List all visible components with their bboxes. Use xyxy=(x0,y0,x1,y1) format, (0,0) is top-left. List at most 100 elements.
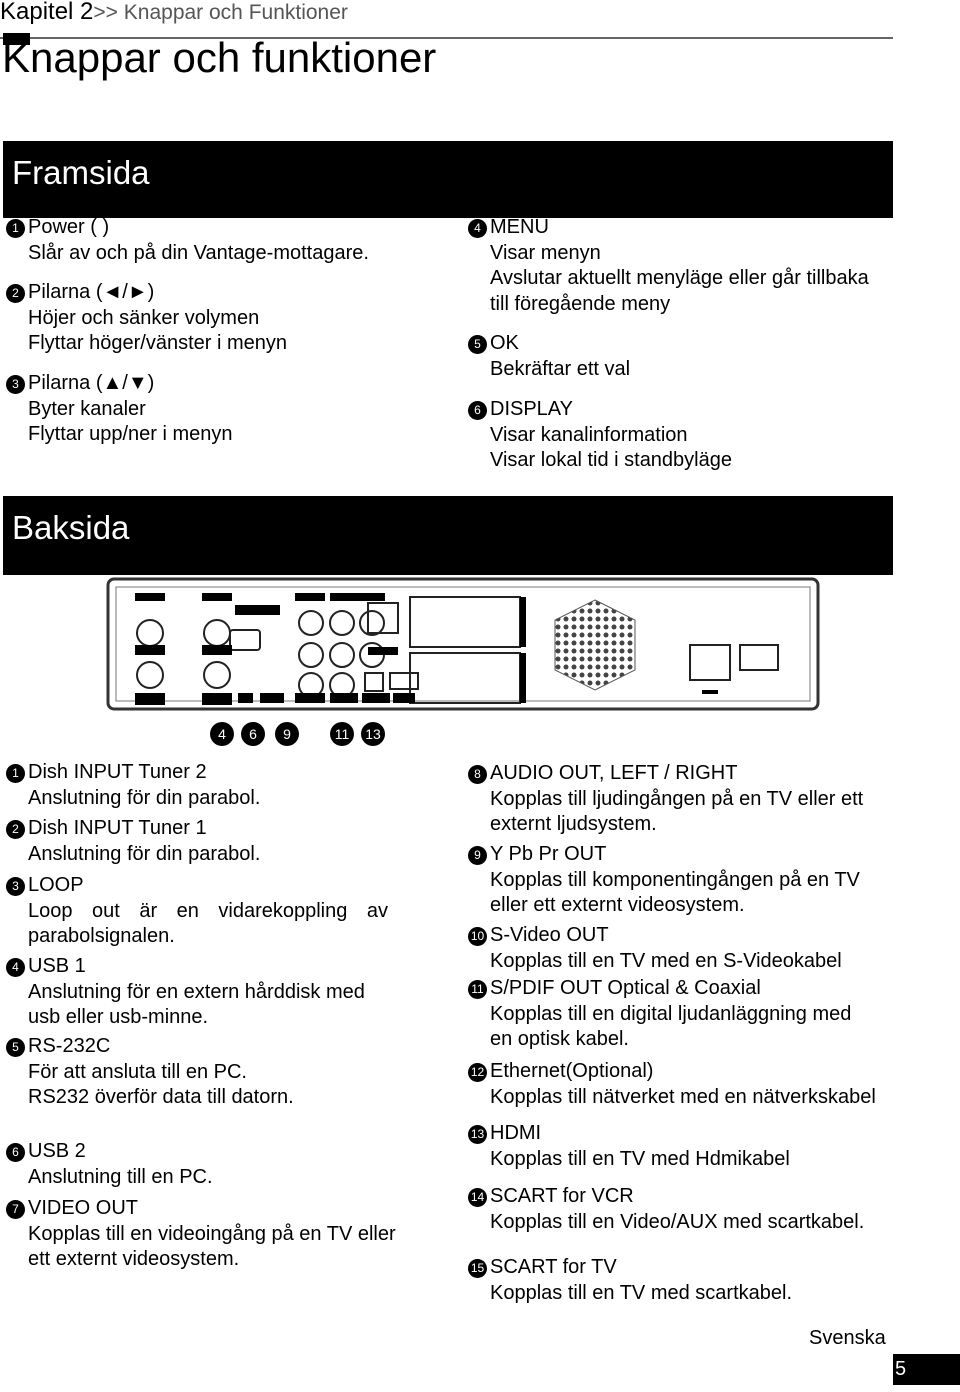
number-badge: 6 xyxy=(6,1143,25,1162)
number-badge: 7 xyxy=(6,1200,25,1219)
item-title: Pilarna (▲/▼) xyxy=(28,372,155,394)
list-item: 3 LOOP Loop out är en vidarekoppling av pa… xyxy=(6,873,388,950)
number-badge: 5 xyxy=(468,335,487,354)
section-bar-front: Framsida xyxy=(3,141,893,218)
number-badge: 3 xyxy=(6,877,25,896)
chapter-header: Kapitel 2>> Knappar och Funktioner xyxy=(0,0,348,26)
list-item: 6 DISPLAY Visar kanalinformation Visar loka… xyxy=(468,397,732,474)
number-badge: 13 xyxy=(468,1125,487,1144)
item-title: Power ( ) xyxy=(28,216,110,238)
list-item: 7 VIDEO OUT Kopplas till en videoingång på… xyxy=(6,1196,396,1273)
breadcrumb: >> Knappar och Funktioner xyxy=(93,1,348,24)
section-heading-back: Baksida xyxy=(12,509,130,546)
callout-badge: 4 xyxy=(210,722,234,746)
item-title: Ethernet(Optional) xyxy=(490,1060,654,1082)
number-badge: 4 xyxy=(468,219,487,238)
item-description: Kopplas till en Video/AUX med scartkabel… xyxy=(490,1210,865,1233)
item-title: SCART for VCR xyxy=(490,1185,634,1207)
document-page: Kapitel 2>> Knappar och Funktioner Knapp… xyxy=(0,0,960,1392)
number-badge: 11 xyxy=(468,980,487,999)
item-title: HDMI xyxy=(490,1122,542,1144)
number-badge: 4 xyxy=(6,958,25,977)
item-description: Kopplas till en TV med scartkabel. xyxy=(490,1281,793,1304)
item-description: För att ansluta till en PC. xyxy=(28,1060,247,1083)
chapter-label: Kapitel 2 xyxy=(0,0,94,25)
list-item: 2 Pilarna (◄/►) Höjer och sänker volymen Fl… xyxy=(6,280,287,357)
list-item: 6 USB 2 Anslutning till en PC. xyxy=(6,1139,213,1190)
item-description: Avslutar aktuellt menyläge eller går til… xyxy=(490,267,869,289)
item-description: Anslutning till en PC. xyxy=(28,1165,213,1188)
item-title: LOOP xyxy=(28,874,84,896)
list-item: 8 AUDIO OUT, LEFT / RIGHT Kopplas till lju… xyxy=(468,761,864,838)
item-description: externt ljudsystem. xyxy=(490,813,657,835)
number-badge: 6 xyxy=(468,401,487,420)
number-badge: 12 xyxy=(468,1063,487,1082)
rear-panel-illustration xyxy=(106,577,820,711)
number-badge: 2 xyxy=(6,820,25,839)
item-title: SCART for TV xyxy=(490,1256,617,1278)
number-badge: 10 xyxy=(468,927,487,946)
item-description: Anslutning för din parabol. xyxy=(28,842,261,865)
item-description: Anslutning för en extern hårddisk med xyxy=(28,980,365,1003)
item-description: till föregående meny xyxy=(490,292,671,315)
list-item: 4 USB 1 Anslutning för en extern hårddisk … xyxy=(6,954,365,1031)
item-description: usb eller usb-minne. xyxy=(28,1006,209,1028)
item-description: Slår av och på din Vantage-mottagare. xyxy=(28,241,369,264)
item-title: Dish INPUT Tuner 2 xyxy=(28,761,207,783)
footer-language: Svenska xyxy=(809,1327,886,1349)
item-title: MENU xyxy=(490,216,549,238)
section-bar-back: Baksida xyxy=(3,496,893,575)
number-badge: 9 xyxy=(468,846,487,865)
item-title: VIDEO OUT xyxy=(28,1197,139,1219)
number-badge: 1 xyxy=(6,219,25,238)
item-title: AUDIO OUT, LEFT / RIGHT xyxy=(490,762,738,784)
item-title: Y Pb Pr OUT xyxy=(490,843,607,865)
number-badge: 5 xyxy=(6,1038,25,1057)
list-item: 5 OK Bekräftar ett val xyxy=(468,331,631,382)
item-description: Visar menyn xyxy=(490,241,601,264)
number-badge: 15 xyxy=(468,1259,487,1278)
item-description: Bekräftar ett val xyxy=(490,357,631,380)
item-description: Kopplas till nätverket med en nätverkska… xyxy=(490,1085,876,1108)
item-title: DISPLAY xyxy=(490,398,573,420)
item-description: Loop out är en vidarekoppling av parabol… xyxy=(28,899,388,948)
item-title: RS-232C xyxy=(28,1035,111,1057)
item-description: Anslutning för din parabol. xyxy=(28,786,261,809)
list-item: 9Y Pb Pr OUT Kopplas till komponentingång… xyxy=(468,842,860,919)
item-description: Kopplas till en TV med Hdmikabel xyxy=(490,1147,790,1170)
item-description: ett externt videosystem. xyxy=(28,1248,240,1270)
list-item: 3 Pilarna (▲/▼) Byter kanaler Flyttar upp/n… xyxy=(6,371,233,448)
list-item: 5 RS-232C För att ansluta till en PC. RS232… xyxy=(6,1034,294,1111)
list-item: 12 Ethernet(Optional) Kopplas till nätverk… xyxy=(468,1059,876,1110)
list-item: 13 HDMI Kopplas till en TV med Hdmikabel xyxy=(468,1121,790,1172)
item-title: S/PDIF OUT Optical & Coaxial xyxy=(490,977,761,999)
list-item: 11 S/PDIF OUT Optical & Coaxial Kopplas t… xyxy=(468,976,851,1053)
number-badge: 2 xyxy=(6,284,25,303)
item-description: eller ett externt videosystem. xyxy=(490,894,745,916)
list-item: 2 Dish INPUT Tuner 1 Anslutning för din pa… xyxy=(6,816,261,867)
item-description: Flyttar upp/ner i menyn xyxy=(28,423,233,445)
item-description: Kopplas till en TV med en S-Videokabel xyxy=(490,949,842,972)
item-title: Dish INPUT Tuner 1 xyxy=(28,817,207,839)
item-description: Visar kanalinformation xyxy=(490,423,688,446)
number-badge: 14 xyxy=(468,1188,487,1207)
callout-badge: 9 xyxy=(275,722,299,746)
list-item: 15 SCART for TV Kopplas till en TV med sca… xyxy=(468,1255,793,1306)
item-description: Flyttar höger/vänster i menyn xyxy=(28,332,287,354)
list-item: 1 Power ( ) Slår av och på din Vantage-mot… xyxy=(6,215,369,266)
list-item: 4 MENU Visar menyn Avslutar aktuellt menylä… xyxy=(468,215,869,317)
item-description: Kopplas till en videoingång på en TV ell… xyxy=(28,1222,396,1245)
number-badge: 1 xyxy=(6,764,25,783)
item-description: Visar lokal tid i standbyläge xyxy=(490,449,732,471)
item-description: Kopplas till ljudingången på en TV eller… xyxy=(490,787,864,810)
page-title: Knappar och funktioner xyxy=(2,34,437,81)
list-item: 14 SCART for VCR Kopplas till en Video/A… xyxy=(468,1184,870,1235)
list-item: 10 S-Video OUT Kopplas till en TV med en S… xyxy=(468,923,842,974)
item-title: USB 1 xyxy=(28,955,86,977)
number-badge: 3 xyxy=(6,375,25,394)
item-description: Höjer och sänker volymen xyxy=(28,306,260,329)
callout-badge: 6 xyxy=(241,722,265,746)
callout-badge: 11 xyxy=(330,722,354,746)
item-description: Byter kanaler xyxy=(28,397,146,420)
callout-badge: 13 xyxy=(361,722,385,746)
